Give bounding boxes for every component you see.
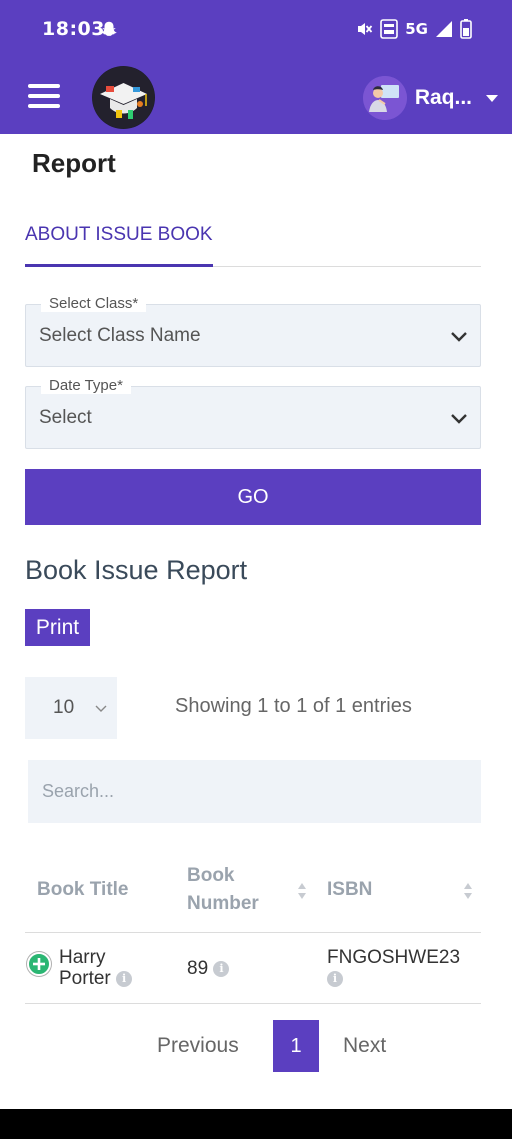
user-menu[interactable]: Raq... <box>362 75 498 121</box>
column-header-book-number[interactable]: Book Number <box>187 862 259 918</box>
app-bar: Raq... <box>0 60 512 134</box>
sort-icon[interactable] <box>463 882 473 900</box>
status-time: 18:03 <box>42 18 105 40</box>
chevron-down-icon <box>486 94 498 102</box>
sort-icon[interactable] <box>297 882 307 900</box>
chevron-down-icon <box>95 705 107 712</box>
menu-icon[interactable] <box>28 84 60 110</box>
battery-icon <box>460 19 472 39</box>
status-icons: 5G <box>355 18 472 40</box>
mute-icon <box>358 23 373 35</box>
previous-page-button[interactable]: Previous <box>157 1034 239 1058</box>
date-type-label: Date Type* <box>41 377 131 394</box>
column-header-isbn[interactable]: ISBN <box>327 876 372 904</box>
class-select-label: Select Class* <box>41 295 147 312</box>
date-type-select[interactable]: Date Type* Select <box>25 377 481 449</box>
expand-plus-icon[interactable] <box>27 952 51 976</box>
network-type: 5G <box>405 20 428 38</box>
print-button[interactable]: Print <box>25 609 90 646</box>
next-page-button[interactable]: Next <box>343 1034 386 1058</box>
report-title: Book Issue Report <box>25 555 248 585</box>
user-avatar <box>362 76 407 120</box>
tab-bar: ABOUT ISSUE BOOK <box>25 222 481 267</box>
column-header-book-title[interactable]: Book Title <box>37 876 129 904</box>
user-name: Raq... <box>414 86 472 109</box>
snapchat-icon <box>101 21 117 36</box>
pagination: Previous 1 Next <box>0 1020 512 1072</box>
tab-about-issue-book[interactable]: ABOUT ISSUE BOOK <box>25 222 213 267</box>
class-select-value: Select Class Name <box>39 325 201 346</box>
cell-isbn: FNGOSHWE23 i <box>327 947 461 987</box>
go-button[interactable]: GO <box>25 469 481 525</box>
table-row[interactable]: Harry Porter i 89 i FNGOSHWE23 i <box>25 933 481 1004</box>
chevron-down-icon <box>451 414 467 424</box>
table-header: Book Title Book Number ISBN <box>25 850 481 933</box>
info-icon[interactable]: i <box>213 960 230 977</box>
cell-book-number: 89 i <box>187 958 230 979</box>
info-icon[interactable]: i <box>116 970 133 987</box>
system-nav-bar <box>0 1109 512 1139</box>
page-number-button[interactable]: 1 <box>273 1020 319 1072</box>
volte-icon <box>380 19 399 39</box>
school-logo[interactable] <box>92 66 155 129</box>
page-size-value: 10 <box>53 697 75 718</box>
date-type-value: Select <box>39 407 92 428</box>
page-size-select[interactable]: 10 <box>25 677 117 739</box>
top-bar: 18:03 5G Raq... <box>0 0 512 134</box>
page-title: Report <box>32 148 116 178</box>
status-bar: 18:03 5G <box>0 0 512 60</box>
entries-info: Showing 1 to 1 of 1 entries <box>175 695 412 717</box>
info-icon[interactable]: i <box>327 970 343 987</box>
cell-book-title: Harry Porter i <box>59 947 133 989</box>
report-table: Book Title Book Number ISBN Harry Porter… <box>25 850 481 1004</box>
signal-icon <box>436 21 452 37</box>
search-input[interactable] <box>28 760 481 823</box>
class-select[interactable]: Select Class* Select Class Name <box>25 295 481 367</box>
chevron-down-icon <box>451 332 467 342</box>
